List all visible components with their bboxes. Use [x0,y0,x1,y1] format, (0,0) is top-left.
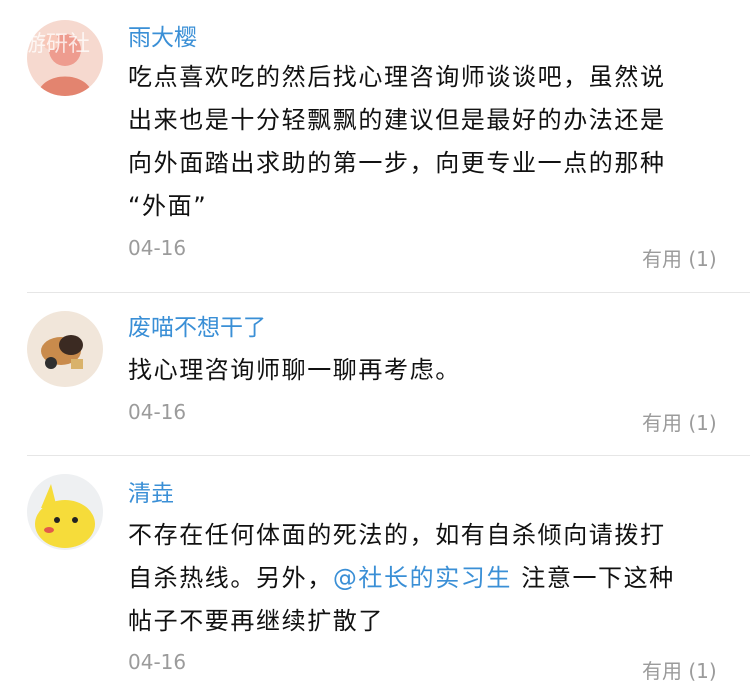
comment-date: 04-16 [128,650,187,674]
comment-item: 清垚 不存在任何体面的死法的，如有自杀倾向请拨打 自杀热线。另外，@社长的实习生… [0,456,750,700]
comment-date: 04-16 [128,400,187,424]
comment-line-text: 注意一下这种 [512,564,675,592]
avatar[interactable] [27,311,103,387]
comment-line: 吃点喜欢吃的然后找心理咨询师谈谈吧，虽然说 [128,63,666,91]
comment-line: 出来也是十分轻飘飘的建议但是最好的办法还是 [128,106,666,134]
comment-item: 废喵不想干了 找心理咨询师聊一聊再考虑。 04-16 有用 (1) [0,293,750,455]
user-mention-link[interactable]: @社长的实习生 [333,564,512,592]
avatar-image [27,474,103,550]
comment-item: 游研社 雨大樱 吃点喜欢吃的然后找心理咨询师谈谈吧，虽然说 出来也是十分轻飘飘的… [0,0,750,292]
comment-author[interactable]: 清垚 [128,479,174,509]
avatar[interactable] [27,474,103,550]
comment-line: 向外面踏出求助的第一步，向更专业一点的那种 [128,149,666,177]
comment-line: 找心理咨询师聊一聊再考虑。 [128,356,461,384]
useful-button[interactable]: 有用 (1) [642,410,717,436]
comment-body: 吃点喜欢吃的然后找心理咨询师谈谈吧，虽然说 出来也是十分轻飘飘的建议但是最好的办… [128,56,728,228]
comment-date: 04-16 [128,236,187,260]
comment-line: 自杀热线。另外，@社长的实习生 注意一下这种 [128,557,728,600]
comment-line: 帖子不要再继续扩散了 [128,607,384,635]
comment-line-text: 自杀热线。另外， [128,564,333,592]
comment-body: 不存在任何体面的死法的，如有自杀倾向请拨打 自杀热线。另外，@社长的实习生 注意… [128,514,728,643]
comment-body: 找心理咨询师聊一聊再考虑。 [128,349,728,392]
comment-line: 不存在任何体面的死法的，如有自杀倾向请拨打 [128,521,666,549]
avatar-image [27,311,103,387]
comment-author[interactable]: 废喵不想干了 [128,313,266,343]
comment-line: “外面” [128,192,208,220]
useful-button[interactable]: 有用 (1) [642,658,717,684]
comment-author[interactable]: 雨大樱 [128,23,197,53]
useful-button[interactable]: 有用 (1) [642,246,717,272]
watermark: 游研社 [24,32,91,57]
